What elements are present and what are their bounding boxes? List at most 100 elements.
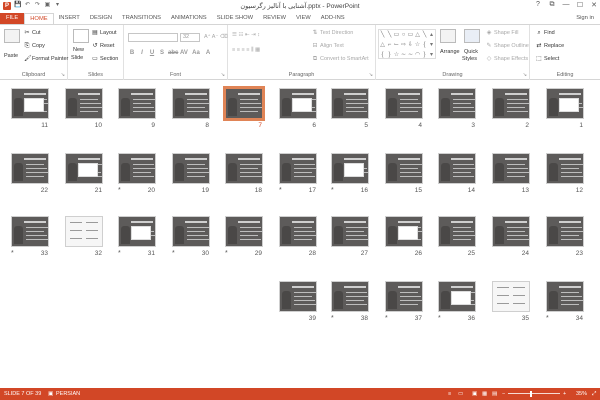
- font-launcher-icon[interactable]: ↘: [221, 72, 225, 78]
- paste-button[interactable]: Paste: [4, 53, 18, 59]
- paste-icon[interactable]: [4, 29, 20, 43]
- quick-styles-icon[interactable]: [464, 29, 480, 43]
- slide-thumbnail[interactable]: [492, 88, 530, 119]
- text-direction-button[interactable]: ⇅ Text Direction: [312, 30, 353, 36]
- tab-transitions[interactable]: TRANSITIONS: [117, 13, 166, 24]
- tab-insert[interactable]: INSERT: [54, 13, 85, 24]
- tab-home[interactable]: HOME: [24, 13, 54, 24]
- slide-thumbnail[interactable]: [118, 153, 156, 184]
- slide-thumbnail[interactable]: [546, 216, 584, 247]
- slide-thumbnail[interactable]: [492, 153, 530, 184]
- slide-thumbnail[interactable]: [225, 153, 263, 184]
- comments-icon[interactable]: ▭: [458, 391, 463, 397]
- slide-thumbnail[interactable]: [11, 153, 49, 184]
- slide-thumbnail[interactable]: [118, 216, 156, 247]
- zoom-out-button[interactable]: −: [502, 391, 505, 397]
- slide-thumbnail[interactable]: [331, 88, 369, 119]
- shape-arrow-icon[interactable]: ⇨: [400, 40, 407, 50]
- format-painter-button[interactable]: 🖌 Format Painter: [24, 56, 68, 62]
- shape-scroll-up-icon[interactable]: ▴: [428, 30, 435, 40]
- zoom-level[interactable]: 35%: [576, 391, 587, 397]
- slide-thumbnail[interactable]: [438, 88, 476, 119]
- reset-button[interactable]: ↺ Reset: [92, 43, 114, 49]
- shape-brace-icon[interactable]: }: [421, 50, 428, 60]
- tab-add-ins[interactable]: ADD-INS: [316, 13, 350, 24]
- select-button[interactable]: ⬚ Select: [536, 56, 559, 62]
- copy-button[interactable]: ⎘ Copy: [24, 43, 45, 49]
- slide-animation-star-icon[interactable]: *: [385, 315, 388, 322]
- slide-thumbnail[interactable]: [118, 88, 156, 119]
- shape-curve-icon[interactable]: ∼: [400, 50, 407, 60]
- slide-thumbnail[interactable]: [279, 88, 317, 119]
- slide-thumbnail[interactable]: [492, 281, 530, 312]
- slide-thumbnail[interactable]: [385, 281, 423, 312]
- shape-star-icon[interactable]: ☆: [393, 50, 400, 60]
- slide-animation-star-icon[interactable]: *: [438, 315, 441, 322]
- shape-brace-icon[interactable]: {: [421, 40, 428, 50]
- slide-thumbnail[interactable]: [546, 153, 584, 184]
- bullets-icon[interactable]: ☰ ☷ ⇤ ⇥ ↕: [232, 32, 260, 38]
- zoom-slider-knob[interactable]: [530, 391, 532, 397]
- arrange-button[interactable]: Arrange: [440, 49, 460, 55]
- layout-button[interactable]: ▤ Layout: [92, 30, 116, 36]
- ribbon-display-options-icon[interactable]: ⧉: [548, 1, 556, 9]
- notes-check-icon[interactable]: ▣: [48, 391, 53, 397]
- shape-rect-icon[interactable]: ▭: [393, 30, 400, 40]
- slide-thumbnail[interactable]: [279, 216, 317, 247]
- shape-oval-icon[interactable]: ○: [400, 30, 407, 40]
- shape-fill-button[interactable]: ◈ Shape Fill: [486, 30, 519, 36]
- slide-thumbnail[interactable]: [65, 153, 103, 184]
- slide-thumbnail[interactable]: [438, 216, 476, 247]
- help-icon[interactable]: ?: [534, 1, 542, 9]
- slide-thumbnail[interactable]: [492, 216, 530, 247]
- clipboard-launcher-icon[interactable]: ↘: [61, 72, 65, 78]
- shape-line-icon[interactable]: ╲: [386, 30, 393, 40]
- section-button[interactable]: ▭ Section: [92, 56, 118, 62]
- shape-connector-icon[interactable]: ⌐: [386, 40, 393, 50]
- slide-animation-star-icon[interactable]: *: [11, 250, 14, 257]
- slide-thumbnail[interactable]: [172, 216, 210, 247]
- zoom-in-button[interactable]: +: [563, 391, 566, 397]
- shape-connector-icon[interactable]: ⌙: [393, 40, 400, 50]
- shape-outline-button[interactable]: ✎ Shape Outline: [486, 43, 528, 49]
- grow-font-icon[interactable]: A⁺ A⁻ ⌫: [204, 34, 228, 40]
- replace-button[interactable]: ⇄ Replace: [536, 43, 564, 49]
- shape-line-icon[interactable]: ╲: [379, 30, 386, 40]
- shape-more-icon[interactable]: ▾: [428, 40, 435, 50]
- quick-styles-label[interactable]: Quick: [464, 49, 478, 55]
- slide-thumbnail[interactable]: [546, 281, 584, 312]
- normal-view-icon[interactable]: ▣: [472, 391, 477, 397]
- slide-thumbnail[interactable]: [223, 86, 265, 121]
- strikethrough-button[interactable]: abc: [168, 49, 178, 57]
- slide-thumbnail[interactable]: [172, 153, 210, 184]
- align-icons[interactable]: ≡ ≡ ≡ ≡ ⫼ ▦: [232, 47, 260, 54]
- drawing-launcher-icon[interactable]: ↘: [523, 72, 527, 78]
- shape-effects-button[interactable]: ◇ Shape Effects: [486, 56, 528, 62]
- shadow-button[interactable]: S: [158, 49, 166, 57]
- slide-thumbnail[interactable]: [438, 281, 476, 312]
- sign-in-link[interactable]: Sign in: [576, 15, 594, 21]
- slide-thumbnail[interactable]: [11, 216, 49, 247]
- slide-thumbnail[interactable]: [172, 88, 210, 119]
- tab-slide-show[interactable]: SLIDE SHOW: [212, 13, 258, 24]
- tab-file[interactable]: FILE: [0, 13, 25, 24]
- slide-thumbnail[interactable]: [385, 88, 423, 119]
- slide-thumbnail[interactable]: [385, 216, 423, 247]
- language-indicator[interactable]: PERSIAN: [56, 391, 80, 397]
- quick-styles-label-2[interactable]: Styles: [462, 56, 477, 62]
- slide-animation-star-icon[interactable]: *: [118, 250, 121, 257]
- slide-thumbnail[interactable]: [65, 88, 103, 119]
- find-button[interactable]: ⌕ Find: [536, 30, 554, 36]
- close-icon[interactable]: ✕: [590, 1, 598, 9]
- shape-arrow-icon[interactable]: ⇩: [407, 40, 414, 50]
- minimize-icon[interactable]: —: [562, 1, 570, 9]
- paragraph-launcher-icon[interactable]: ↘: [369, 72, 373, 78]
- zoom-slider[interactable]: [508, 393, 560, 394]
- tab-animations[interactable]: ANIMATIONS: [166, 13, 212, 24]
- italic-button[interactable]: I: [138, 49, 146, 57]
- underline-button[interactable]: U: [148, 49, 156, 57]
- shape-rect-icon[interactable]: ▭: [407, 30, 414, 40]
- new-slide-icon[interactable]: [73, 29, 89, 43]
- new-slide-label[interactable]: New: [73, 47, 84, 53]
- font-size-input[interactable]: 32: [180, 33, 200, 42]
